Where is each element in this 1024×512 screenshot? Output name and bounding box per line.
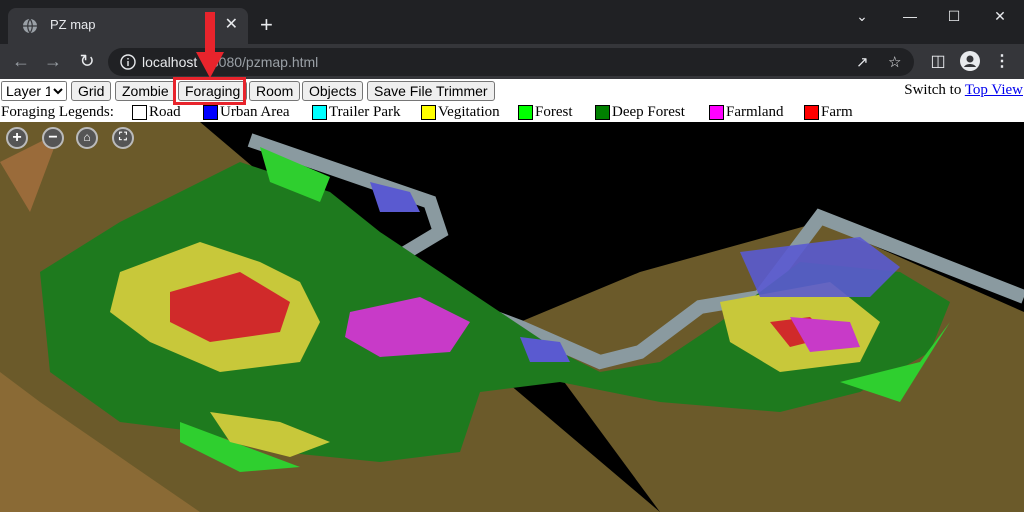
- profile-avatar-icon[interactable]: [960, 51, 980, 71]
- top-view-link[interactable]: Top View: [965, 82, 1023, 98]
- map-canvas[interactable]: [0, 122, 1024, 512]
- legend-label-vegitation: Vegitation: [438, 104, 500, 120]
- zoom-out-icon[interactable]: −: [42, 127, 64, 149]
- info-icon[interactable]: [120, 54, 136, 70]
- side-panel-icon[interactable]: ◫: [928, 51, 948, 71]
- layer-select[interactable]: Layer 1: [1, 81, 67, 101]
- legend-swatch-farm: [804, 105, 819, 120]
- legend-swatch-farmland: [709, 105, 724, 120]
- map-toolbar: Layer 1 Grid Zombie Foraging Room Object…: [0, 79, 1024, 103]
- new-tab-button[interactable]: +: [260, 14, 273, 36]
- home-icon[interactable]: ⌂: [76, 127, 98, 149]
- zoom-in-icon[interactable]: +: [6, 127, 28, 149]
- browser-tab-bar: PZ map ✕ + ⌄ — ☐ ✕: [0, 0, 1024, 44]
- legend-swatch-vegitation: [421, 105, 436, 120]
- legend-swatch-forest: [518, 105, 533, 120]
- legend-swatch-deep-forest: [595, 105, 610, 120]
- minimize-icon[interactable]: —: [896, 6, 924, 26]
- globe-icon: [23, 18, 37, 34]
- map-viewer[interactable]: + − ⌂ ⛶: [0, 122, 1024, 512]
- legend-label-road: Road: [149, 104, 181, 120]
- address-bar-row: ← → ↻ localhost :8080/pzmap.html ↗ ☆ ◫ ⋮: [0, 44, 1024, 79]
- objects-button[interactable]: Objects: [302, 81, 364, 101]
- room-button[interactable]: Room: [249, 81, 301, 101]
- url-input[interactable]: localhost :8080/pzmap.html ↗ ☆: [108, 48, 914, 76]
- legend-label-trailer-park: Trailer Park: [329, 104, 401, 120]
- bookmark-star-icon[interactable]: ☆: [888, 53, 901, 71]
- legend-label-forest: Forest: [535, 104, 573, 120]
- legend-swatch-urban-area: [203, 105, 218, 120]
- maximize-icon[interactable]: ☐: [940, 6, 968, 26]
- save-file-trimmer-button[interactable]: Save File Trimmer: [367, 81, 495, 101]
- grid-button[interactable]: Grid: [71, 81, 112, 101]
- tab-title: PZ map: [50, 17, 96, 32]
- switch-view: Switch to Top View: [904, 82, 1023, 99]
- browser-menu-icon[interactable]: ⋮: [992, 51, 1012, 71]
- forward-arrow-icon[interactable]: →: [42, 50, 64, 72]
- switch-text: Switch to: [904, 82, 965, 98]
- window-close-icon[interactable]: ✕: [986, 6, 1014, 26]
- foraging-legend: Foraging Legends: Road Urban Area Traile…: [0, 103, 1024, 122]
- fullscreen-icon[interactable]: ⛶: [112, 127, 134, 149]
- legend-label-farm: Farm: [821, 104, 853, 120]
- legend-title: Foraging Legends:: [1, 104, 114, 120]
- legend-swatch-trailer-park: [312, 105, 327, 120]
- zombie-button[interactable]: Zombie: [115, 81, 176, 101]
- tab-close-icon[interactable]: ✕: [225, 16, 238, 34]
- share-icon[interactable]: ↗: [856, 53, 869, 71]
- reload-icon[interactable]: ↻: [76, 50, 98, 72]
- legend-label-urban-area: Urban Area: [220, 104, 290, 120]
- annotation-arrow-icon: [196, 12, 224, 78]
- annotation-highlight-box: [173, 77, 246, 105]
- legend-label-deep-forest: Deep Forest: [612, 104, 685, 120]
- legend-swatch-road: [132, 105, 147, 120]
- back-arrow-icon[interactable]: ←: [10, 50, 32, 72]
- tab-search-chevron-icon[interactable]: ⌄: [848, 6, 876, 26]
- legend-label-farmland: Farmland: [726, 104, 784, 120]
- url-host: localhost: [142, 54, 198, 70]
- page-content: Layer 1 Grid Zombie Foraging Room Object…: [0, 79, 1024, 512]
